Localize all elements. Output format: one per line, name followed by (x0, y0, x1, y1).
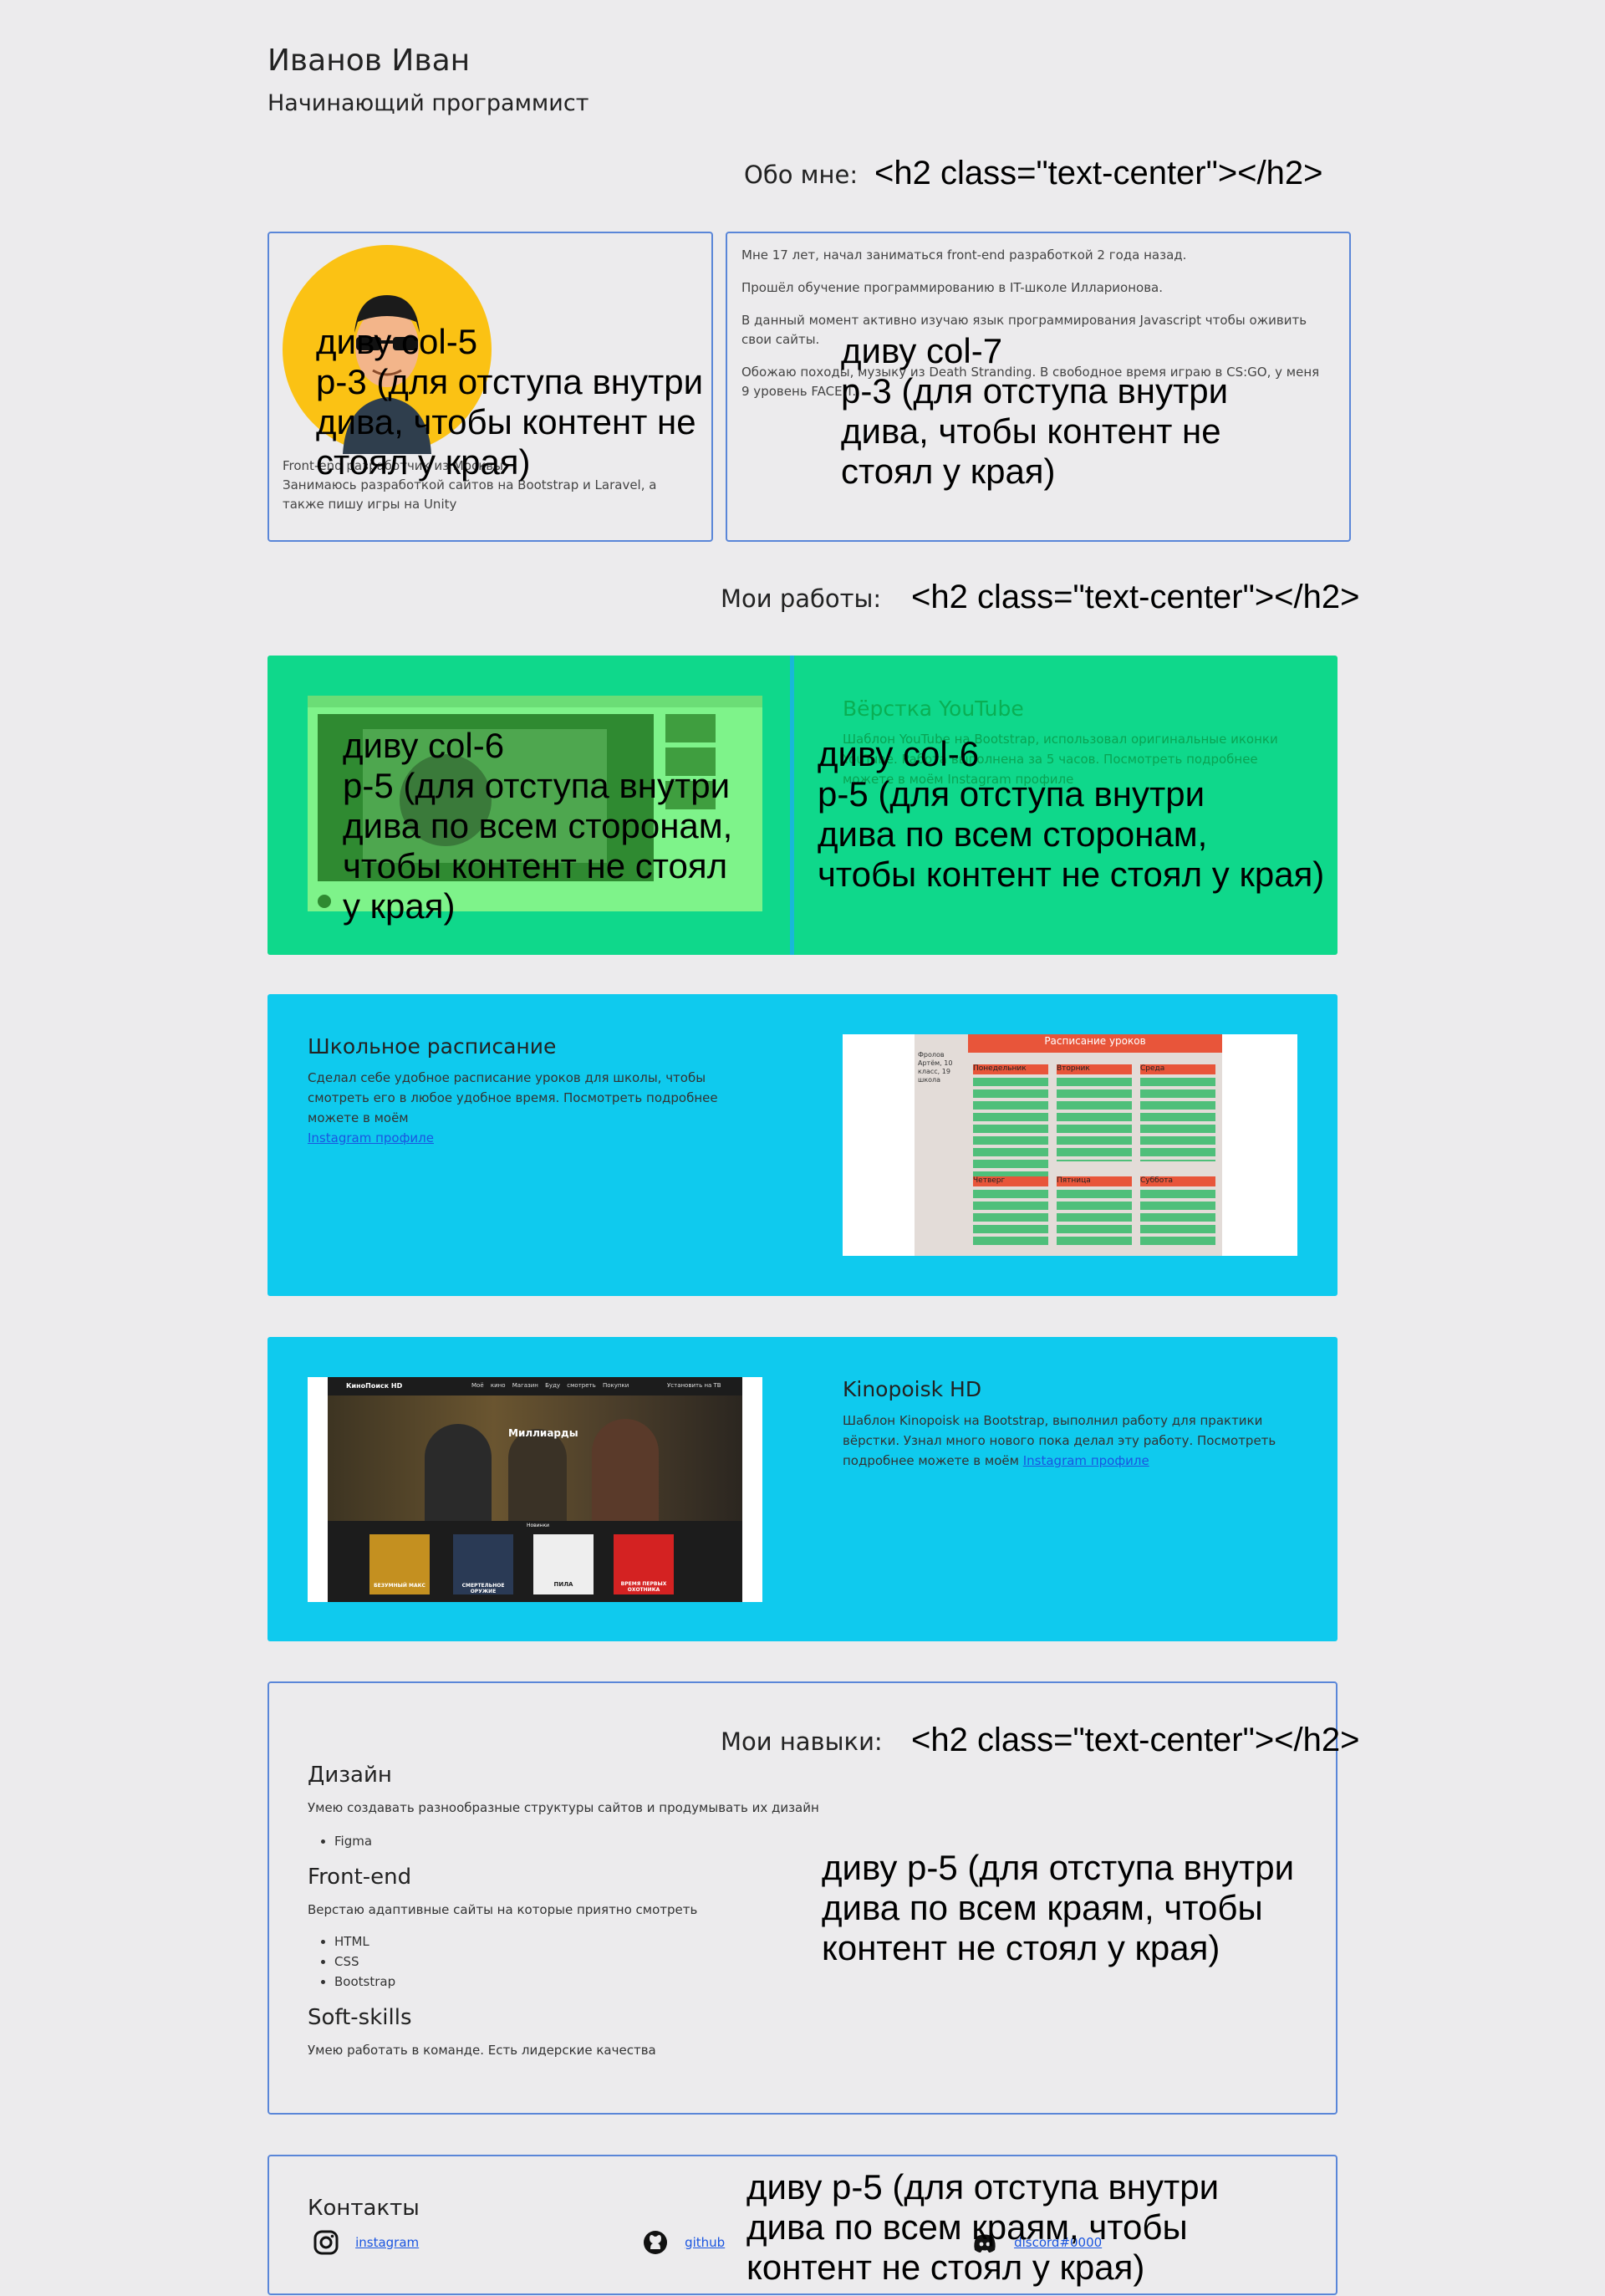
kino-shot-nav: Магазин (512, 1382, 538, 1389)
about-paragraph: Мне 17 лет, начал заниматься front-end р… (741, 247, 1187, 263)
skill-soft-title: Soft-skills (308, 2005, 412, 2030)
poster: ВРЕМЯ ПЕРВЫХ ОХОТНИКА (614, 1534, 674, 1594)
kino-shot-nav: Моё кино (471, 1382, 506, 1389)
skill-design-list: Figma (308, 1831, 372, 1851)
skill-soft-desc: Умею работать в команде. Есть лидерские … (308, 2043, 656, 2058)
contacts-note: диву p-5 (для отступа внутри дива по все… (746, 2167, 1220, 2287)
skill-frontend-list: HTML CSS Bootstrap (308, 1931, 395, 1992)
school-shot-side: Фролов Артём, 10 класс, 19 школа (918, 1051, 953, 1084)
contact-github[interactable]: github (642, 2229, 725, 2256)
poster: СМЕРТЕЛЬНОЕ ОРУЖИЕ (453, 1534, 513, 1594)
page-subtitle: Начинающий программист (268, 90, 589, 116)
youtube-left-note: диву col-6 p-5 (для отступа внутри дива … (343, 726, 733, 926)
skill-item: CSS (334, 1952, 395, 1972)
skill-item: Bootstrap (334, 1972, 395, 1992)
school-desc: Сделал себе удобное расписание уроков дл… (308, 1070, 718, 1125)
github-link[interactable]: github (685, 2235, 725, 2250)
kino-shot-nav: Покупки (602, 1382, 629, 1389)
works-heading: Мои работы: (721, 584, 882, 613)
skill-frontend-desc: Верстаю адаптивные сайты на которые прия… (308, 1902, 698, 1917)
school-screenshot[interactable]: Расписание уроков Фролов Артём, 10 класс… (843, 1034, 1297, 1256)
kinopoisk-title: Kinopoisk HD (843, 1377, 982, 1401)
works-heading-note: <h2 class="text-center"></h2> (911, 579, 1360, 615)
kino-shot-logo: КиноПоиск HD (346, 1382, 403, 1390)
skills-heading-note: <h2 class="text-center"></h2> (911, 1722, 1360, 1758)
skill-item: HTML (334, 1931, 395, 1952)
day-label: Четверг (973, 1176, 1048, 1186)
day-label: Суббота (1140, 1176, 1215, 1186)
instagram-link[interactable]: instagram (355, 2235, 419, 2250)
school-shot-title: Расписание уроков (1044, 1035, 1146, 1047)
kino-shot-section: Новинки (527, 1523, 550, 1528)
about-paragraph: Прошёл обучение программированию в IT-шк… (741, 280, 1163, 295)
kinopoisk-instagram-link[interactable]: Instagram профиле (1023, 1453, 1149, 1468)
column-divider (790, 656, 794, 955)
github-icon (644, 2231, 667, 2254)
skills-heading: Мои навыки: (721, 1727, 883, 1756)
skill-item: Figma (334, 1831, 372, 1851)
about-left-note: диву col-5 p-3 (для отступа внутри дива,… (316, 322, 704, 482)
school-title: Школьное расписание (308, 1034, 557, 1059)
contact-instagram[interactable]: instagram (313, 2229, 419, 2256)
skill-design-title: Дизайн (308, 1763, 392, 1788)
day-label: Пятница (1057, 1176, 1132, 1186)
about-heading-note: <h2 class="text-center"></h2> (874, 155, 1323, 191)
poster: ПИЛА (533, 1534, 594, 1594)
kino-shot-hero: Миллиарды (508, 1427, 578, 1439)
about-heading: Обо мне: (744, 161, 859, 189)
kino-shot-install: Установить на ТВ (667, 1382, 721, 1389)
day-label: Среда (1140, 1064, 1215, 1074)
day-label: Понедельник (973, 1064, 1048, 1074)
school-instagram-link[interactable]: Instagram профиле (308, 1130, 434, 1145)
page-title: Иванов Иван (268, 43, 471, 78)
kinopoisk-screenshot[interactable]: КиноПоиск HD Моё кино Магазин Буду смотр… (308, 1377, 762, 1602)
skill-frontend-title: Front-end (308, 1865, 412, 1890)
poster: БЕЗУМНЫЙ МАКС (369, 1534, 430, 1594)
contacts-heading: Контакты (308, 2196, 420, 2221)
instagram-icon (313, 2230, 339, 2255)
skill-design-desc: Умею создавать разнообразные структуры с… (308, 1800, 819, 1815)
youtube-title: Вёрстка YouTube (843, 696, 1024, 721)
kino-shot-nav: Буду смотреть (545, 1382, 596, 1389)
youtube-right-note: диву col-6 p-5 (для отступа внутри дива … (818, 734, 1325, 894)
day-label: Вторник (1057, 1064, 1132, 1074)
skills-note: диву p-5 (для отступа внутри дива по все… (822, 1848, 1295, 1967)
about-right-note: диву col-7 p-3 (для отступа внутри дива,… (841, 331, 1229, 491)
